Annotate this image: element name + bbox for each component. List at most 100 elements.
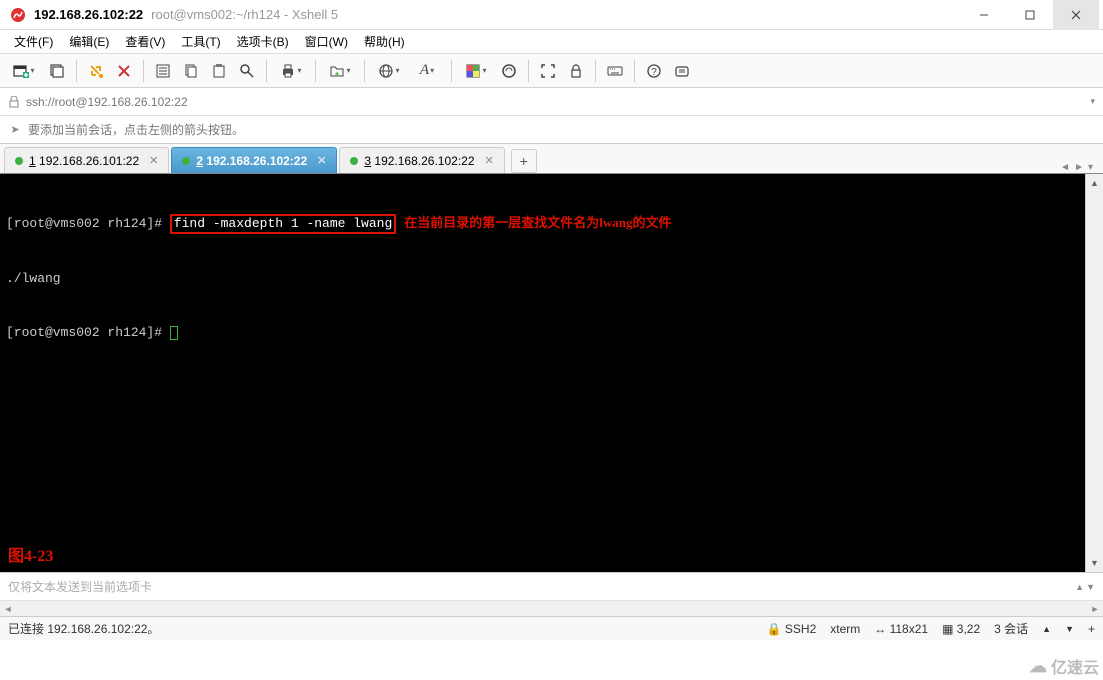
tab-close-icon[interactable]: ✕: [485, 154, 494, 167]
chevron-down-icon: ▾: [346, 66, 350, 75]
sessions-up-icon[interactable]: ▲: [1042, 624, 1051, 634]
toolbar-separator: [315, 60, 316, 82]
toolbar-separator: [595, 60, 596, 82]
status-term: xterm: [830, 622, 860, 636]
compose-up-icon[interactable]: ▲: [1075, 582, 1084, 592]
properties-button[interactable]: [150, 58, 176, 84]
new-session-button[interactable]: ▾: [6, 58, 42, 84]
maximize-button[interactable]: [1007, 0, 1053, 30]
tab-label: 192.168.26.102:22: [206, 154, 307, 168]
help-button[interactable]: ?: [641, 58, 667, 84]
compose-down-icon[interactable]: ▼: [1086, 582, 1095, 592]
status-dot-icon: [182, 157, 190, 165]
keyboard-button[interactable]: [602, 58, 628, 84]
address-url[interactable]: ssh://root@192.168.26.102:22: [26, 95, 1084, 109]
menu-tools[interactable]: 工具(T): [175, 31, 226, 52]
status-connection: 已连接 192.168.26.102:22。: [8, 620, 159, 637]
titlebar: 192.168.26.102:22 root@vms002:~/rh124 - …: [0, 0, 1103, 30]
tab-3[interactable]: 3 192.168.26.102:22 ✕: [339, 147, 504, 173]
tab-label: 192.168.26.102:22: [374, 154, 474, 168]
find-button[interactable]: [234, 58, 260, 84]
tab-close-icon[interactable]: ✕: [149, 154, 158, 167]
terminal[interactable]: [root@vms002 rh124]# find -maxdepth 1 -n…: [0, 174, 1085, 572]
status-size: 118x21: [890, 622, 928, 636]
font-button[interactable]: A▾: [409, 58, 445, 84]
tab-list-icon[interactable]: ▾: [1088, 162, 1093, 173]
menu-view[interactable]: 查看(V): [119, 31, 171, 52]
window-title-main: 192.168.26.102:22: [34, 7, 143, 22]
scroll-right-icon[interactable]: ►: [1087, 604, 1103, 614]
svg-text:?: ?: [651, 67, 657, 78]
sessions-add-icon[interactable]: +: [1088, 622, 1095, 636]
chevron-down-icon: ▾: [395, 66, 399, 75]
fullscreen-button[interactable]: [535, 58, 561, 84]
add-session-arrow[interactable]: ➤: [8, 123, 22, 137]
cloud-icon: ☁: [1029, 656, 1047, 677]
menu-file[interactable]: 文件(F): [8, 31, 59, 52]
output-line: ./lwang: [6, 270, 1079, 288]
tab-close-icon[interactable]: ✕: [317, 154, 326, 167]
scroll-left-icon[interactable]: ◄: [0, 604, 16, 614]
app-icon: [10, 7, 26, 23]
tab-1[interactable]: 1 192.168.26.101:22 ✕: [4, 147, 169, 173]
compose-placeholder: 仅将文本发送到当前选项卡: [8, 578, 152, 595]
command-highlight: find -maxdepth 1 -name lwang: [170, 214, 396, 234]
print-button[interactable]: ▾: [273, 58, 309, 84]
toolbar-separator: [451, 60, 452, 82]
chevron-down-icon: ▾: [482, 66, 486, 75]
toolbar: ▾ ▾ ▾ ▾ A▾ ▾ ?: [0, 54, 1103, 88]
tab-label: 192.168.26.101:22: [39, 154, 139, 168]
menu-window[interactable]: 窗口(W): [299, 31, 354, 52]
toolbar-separator: [143, 60, 144, 82]
tab-prev-icon[interactable]: ◄: [1060, 162, 1070, 173]
sessions-down-icon[interactable]: ▼: [1065, 624, 1074, 634]
menu-edit[interactable]: 编辑(E): [63, 31, 115, 52]
transfer-button[interactable]: ▾: [322, 58, 358, 84]
compose-scrollbar[interactable]: ◄ ►: [0, 600, 1103, 616]
tab-nav: ◄ ► ▾: [1060, 162, 1099, 173]
address-bar: ssh://root@192.168.26.102:22 ▾: [0, 88, 1103, 116]
copy-button[interactable]: [178, 58, 204, 84]
sessions-button[interactable]: [44, 58, 70, 84]
reconnect-button[interactable]: [83, 58, 109, 84]
menu-help[interactable]: 帮助(H): [358, 31, 411, 52]
figure-label: 图4-23: [8, 548, 53, 566]
toolbar-separator: [76, 60, 77, 82]
info-bar: ➤ 要添加当前会话，点击左侧的箭头按钮。: [0, 116, 1103, 144]
terminal-scrollbar[interactable]: ▲ ▼: [1085, 174, 1103, 572]
lock-icon: 🔒: [767, 622, 782, 636]
encoding-button[interactable]: ▾: [371, 58, 407, 84]
toolbar-separator: [364, 60, 365, 82]
info-hint: 要添加当前会话，点击左侧的箭头按钮。: [28, 121, 244, 138]
lock-button[interactable]: [563, 58, 589, 84]
paste-button[interactable]: [206, 58, 232, 84]
toolbar-separator: [634, 60, 635, 82]
address-dropdown[interactable]: ▾: [1090, 96, 1095, 107]
compose-button[interactable]: [669, 58, 695, 84]
close-button[interactable]: [1053, 0, 1099, 30]
compose-input[interactable]: 仅将文本发送到当前选项卡 ▲ ▼: [0, 573, 1103, 600]
color-scheme-button[interactable]: ▾: [458, 58, 494, 84]
prompt: [root@vms002 rh124]#: [6, 216, 170, 231]
menu-tabs[interactable]: 选项卡(B): [231, 31, 295, 52]
tab-2[interactable]: 2 192.168.26.102:22 ✕: [171, 147, 337, 173]
cursor-icon: [170, 326, 178, 340]
tab-number: 2: [196, 154, 203, 168]
tab-next-icon[interactable]: ►: [1074, 162, 1084, 173]
scroll-up-icon[interactable]: ▲: [1086, 174, 1103, 192]
status-bar: 已连接 192.168.26.102:22。 🔒 SSH2 xterm ↔ 11…: [0, 616, 1103, 640]
minimize-button[interactable]: [961, 0, 1007, 30]
disconnect-button[interactable]: [111, 58, 137, 84]
new-tab-button[interactable]: +: [511, 149, 537, 173]
tab-number: 1: [29, 154, 36, 168]
scroll-track[interactable]: [1086, 192, 1103, 554]
highlight-button[interactable]: [496, 58, 522, 84]
prompt: [root@vms002 rh124]#: [6, 325, 170, 340]
tab-number: 3: [364, 154, 371, 168]
window-controls: [961, 0, 1099, 30]
scroll-down-icon[interactable]: ▼: [1086, 554, 1103, 572]
chevron-down-icon: ▾: [30, 66, 34, 75]
chevron-down-icon: ▾: [297, 66, 301, 75]
toolbar-separator: [266, 60, 267, 82]
status-sessions: 3 会话: [994, 620, 1028, 637]
